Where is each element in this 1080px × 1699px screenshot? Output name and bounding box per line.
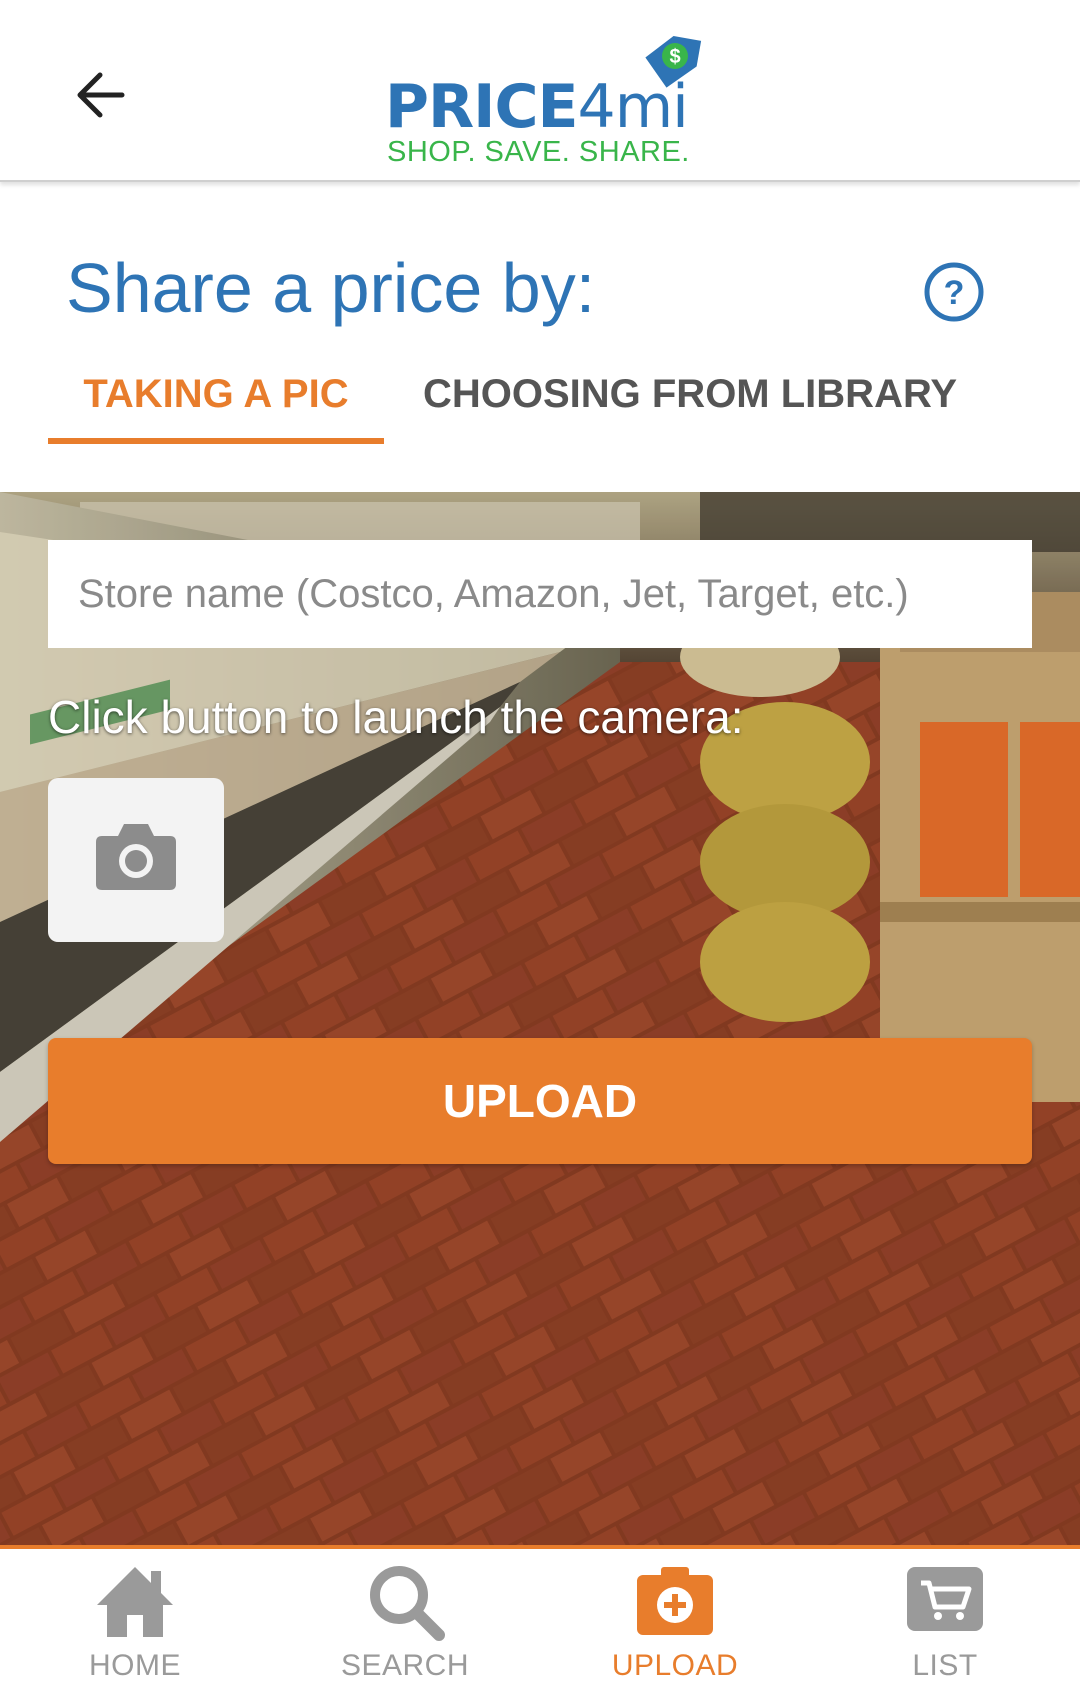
launch-camera-button[interactable] [48,778,224,942]
nav-home[interactable]: HOME [0,1549,270,1699]
tab-taking-a-pic[interactable]: TAKING A PIC [48,372,384,417]
app-header: PRICE4mi SHOP. SAVE. SHARE. $ [0,0,1080,182]
nav-list-label: LIST [912,1649,978,1682]
nav-home-label: HOME [89,1649,181,1682]
camera-hint-text: Click button to launch the camera: [48,691,744,743]
svg-text:?: ? [944,274,965,312]
svg-text:$: $ [669,46,680,68]
store-name-input[interactable] [48,540,1032,648]
app-logo: PRICE4mi SHOP. SAVE. SHARE. $ [385,30,705,170]
search-icon [370,1566,445,1641]
tab-choosing-from-library[interactable]: CHOOSING FROM LIBRARY [420,372,960,417]
price-tag-icon: $ [645,36,702,88]
nav-upload[interactable]: UPLOAD [540,1549,810,1699]
home-icon [97,1567,173,1637]
nav-search-label: SEARCH [340,1649,470,1682]
cart-icon [907,1567,983,1631]
nav-upload-label: UPLOAD [611,1649,739,1682]
arrow-left-icon [77,72,125,118]
nav-list[interactable]: LIST [810,1549,1080,1699]
page-title: Share a price by: [66,249,596,327]
active-tab-indicator [48,438,384,444]
nav-search[interactable]: SEARCH [270,1549,540,1699]
logo-tagline: SHOP. SAVE. SHARE. [387,136,690,168]
bottom-navigation: HOME SEARCH UPLOAD LIST [0,1545,1080,1699]
upload-button[interactable]: UPLOAD [48,1038,1032,1164]
camera-icon [96,824,176,890]
background-photo [0,492,1080,1547]
upload-camera-icon [637,1567,713,1635]
help-button[interactable]: ? [924,262,984,322]
help-icon: ? [924,262,984,322]
back-button[interactable] [60,55,140,135]
